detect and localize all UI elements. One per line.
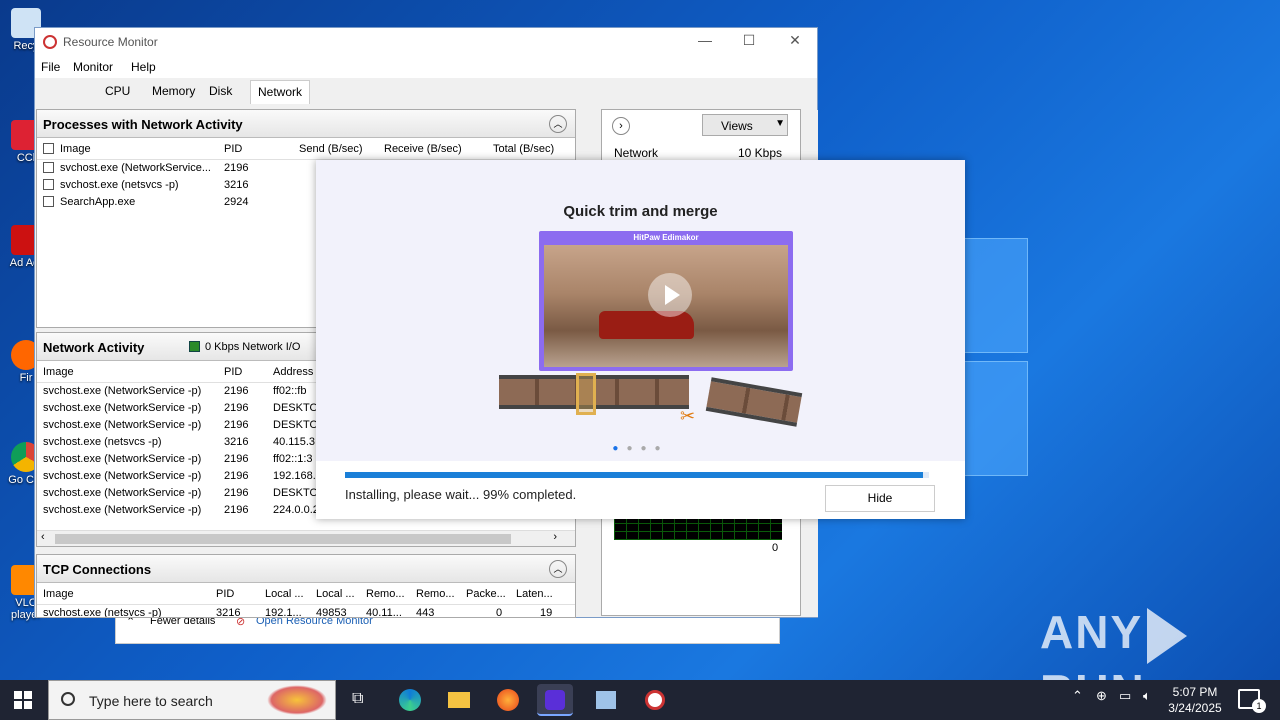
col-pid[interactable]: PID [224, 366, 242, 378]
feature-heading: Quick trim and merge [563, 203, 718, 220]
tab-strip: CPU Memory Disk Network [35, 78, 817, 104]
search-icon [61, 692, 75, 706]
installer-showcase: Quick trim and merge HitPaw Edimakor ✂ ●… [316, 160, 965, 461]
tcp-connections-title: TCP Connections [43, 562, 152, 577]
taskbar-search[interactable]: Type here to search [48, 680, 336, 720]
col-address[interactable]: Address [273, 366, 313, 378]
resource-monitor-taskbar-icon[interactable] [637, 684, 673, 716]
views-dropdown[interactable]: Views ▼ [702, 114, 788, 136]
col-image[interactable]: Image [43, 588, 74, 600]
video-thumbnail [544, 245, 788, 367]
menu-help[interactable]: Help [131, 60, 156, 74]
taskbar: Type here to search ⧉ ⌃ ⊕ ▭ 🔈︎ 5:07 PM 3… [0, 680, 1280, 720]
minimize-button[interactable]: — [695, 32, 715, 48]
col-local-address[interactable]: Local ... [265, 588, 304, 600]
installer-window: Quick trim and merge HitPaw Edimakor ✂ ●… [316, 160, 965, 519]
tab-cpu[interactable]: CPU [105, 84, 130, 98]
brand-label: HitPaw Edimakor [633, 233, 699, 242]
clock-date: 3/24/2025 [1168, 701, 1222, 715]
file-explorer-taskbar-icon[interactable] [441, 684, 477, 716]
task-view-icon[interactable]: ⧉ [342, 684, 378, 716]
network-io-legend-icon [189, 341, 200, 352]
install-progress-fill [345, 472, 924, 478]
video-preview: HitPaw Edimakor [539, 231, 793, 371]
dropdown-arrow-icon: ▼ [775, 118, 785, 129]
scroll-right-icon[interactable]: › [553, 531, 557, 543]
notification-count: 1 [1252, 699, 1266, 713]
windows-logo-wallpaper [960, 238, 1030, 478]
processes-column-header: Image PID Send (B/sec) Receive (B/sec) T… [37, 138, 575, 160]
collapse-icon[interactable]: ︿ [549, 115, 567, 133]
taskbar-clock[interactable]: 5:07 PM 3/24/2025 [1160, 684, 1230, 716]
menu-monitor[interactable]: Monitor [73, 60, 113, 74]
search-highlight-image [267, 685, 327, 715]
processes-header[interactable]: Processes with Network Activity ︿ [37, 110, 575, 138]
col-image[interactable]: Image [60, 143, 91, 155]
carousel-dots[interactable]: ●●●● [316, 443, 965, 454]
notification-center-icon[interactable]: 1 [1238, 689, 1266, 713]
tab-memory[interactable]: Memory [152, 84, 195, 98]
clock-time: 5:07 PM [1172, 685, 1218, 699]
resource-monitor-icon [43, 35, 57, 49]
expand-pane-icon[interactable]: › [612, 117, 630, 135]
menu-file[interactable]: File [41, 60, 60, 74]
window-title: Resource Monitor [63, 35, 158, 49]
col-pid[interactable]: PID [216, 588, 234, 600]
col-send[interactable]: Send (B/sec) [299, 143, 363, 155]
col-image[interactable]: Image [43, 366, 74, 378]
collapse-icon[interactable]: ︿ [549, 560, 567, 578]
control-panel-taskbar-icon[interactable] [588, 684, 624, 716]
chevron-up-icon[interactable]: ⌃ [1072, 688, 1083, 704]
col-receive[interactable]: Receive (B/sec) [384, 143, 462, 155]
processes-title: Processes with Network Activity [43, 117, 243, 132]
menu-bar: File Monitor Help [35, 56, 817, 78]
tab-network[interactable]: Network [250, 80, 311, 104]
col-latency[interactable]: Laten... [516, 588, 553, 600]
row-checkbox[interactable] [43, 179, 54, 190]
table-row[interactable]: svchost.exe (netsvcs -p) 3216 192.1... 4… [37, 605, 575, 617]
col-local-port[interactable]: Local ... [316, 588, 355, 600]
graph-min-label: 0 [772, 542, 779, 554]
col-remote-port[interactable]: Remo... [416, 588, 455, 600]
network-activity-title: Network Activity [43, 340, 145, 355]
network-io-label: 0 Kbps Network I/O [205, 341, 301, 353]
meet-now-icon[interactable]: ⊕ [1096, 688, 1107, 704]
network-graph [614, 518, 782, 540]
tcp-connections-panel: TCP Connections ︿ Image PID Local ... Lo… [36, 554, 576, 618]
edimakor-taskbar-icon[interactable] [537, 684, 573, 716]
search-placeholder: Type here to search [89, 693, 213, 709]
trim-handle[interactable] [576, 373, 596, 415]
tcp-column-header: Image PID Local ... Local ... Remo... Re… [37, 583, 575, 605]
firefox-taskbar-icon[interactable] [490, 684, 526, 716]
car-image [599, 311, 694, 339]
close-button[interactable]: ✕ [785, 32, 805, 49]
install-progress-bar [345, 472, 929, 478]
tab-disk[interactable]: Disk [209, 84, 232, 98]
maximize-button[interactable]: ☐ [739, 32, 759, 49]
col-remote-address[interactable]: Remo... [366, 588, 405, 600]
col-total[interactable]: Total (B/sec) [493, 143, 554, 155]
scroll-thumb[interactable] [55, 534, 511, 544]
row-checkbox[interactable] [43, 196, 54, 207]
filmstrip-right [705, 377, 803, 427]
tcp-connections-header[interactable]: TCP Connections ︿ [37, 555, 575, 583]
select-all-checkbox[interactable] [43, 143, 54, 157]
scissors-icon: ✂ [680, 406, 696, 426]
horizontal-scrollbar[interactable]: ‹ › [37, 530, 575, 546]
col-packet-loss[interactable]: Packe... [466, 588, 506, 600]
install-status: Installing, please wait... 99% completed… [345, 487, 577, 502]
network-graph-scale: 10 Kbps [738, 146, 783, 160]
volume-icon[interactable]: 🔈︎ [1143, 688, 1151, 704]
col-pid[interactable]: PID [224, 143, 242, 155]
network-icon[interactable]: ▭ [1119, 688, 1131, 704]
row-checkbox[interactable] [43, 162, 54, 173]
hide-button[interactable]: Hide [825, 485, 935, 512]
network-graph-label: Network [614, 146, 659, 160]
play-icon[interactable] [648, 273, 692, 317]
scroll-left-icon[interactable]: ‹ [41, 531, 45, 543]
title-bar[interactable]: Resource Monitor — ☐ ✕ [35, 28, 817, 56]
start-button[interactable] [14, 691, 32, 709]
edge-taskbar-icon[interactable] [392, 684, 428, 716]
